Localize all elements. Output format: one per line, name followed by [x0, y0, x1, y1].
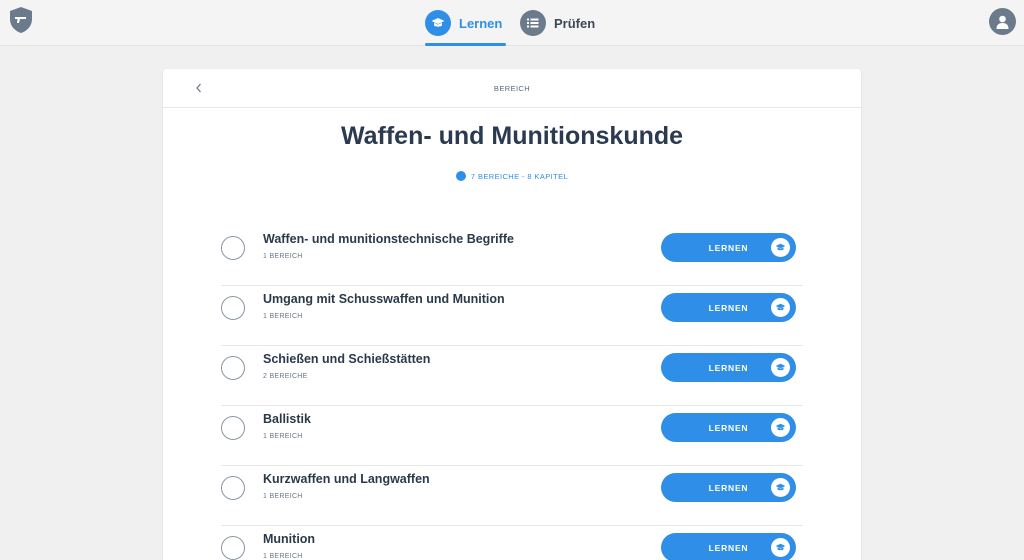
content-card: BEREICH Waffen- und Munitionskunde 7 BER… [163, 69, 861, 560]
list-item-subtitle: 1 BEREICH [263, 253, 303, 260]
list-item: Waffen- und munitionstechnische Begriffe… [221, 226, 803, 286]
list-item-title: Munition [263, 532, 316, 546]
learn-button[interactable]: LERNEN [661, 413, 796, 442]
list-item-subtitle: 2 BEREICHE [263, 373, 308, 380]
list-item-title: Kurzwaffen und Langwaffen [263, 472, 430, 486]
learn-button[interactable]: LERNEN [661, 353, 796, 382]
list-item-subtitle: 1 BEREICH [263, 553, 303, 560]
list-item-title: Waffen- und munitionstechnische Begriffe [263, 232, 514, 246]
main-nav: Lernen Prüfen [425, 0, 595, 46]
shield-logo-icon[interactable] [9, 6, 33, 34]
status-dot-icon [455, 171, 466, 181]
completion-radio[interactable] [221, 236, 245, 260]
graduation-cap-icon [771, 298, 790, 317]
learn-button[interactable]: LERNEN [661, 293, 796, 322]
list-item-subtitle: 1 BEREICH [263, 313, 303, 320]
learn-button[interactable]: LERNEN [661, 473, 796, 502]
top-bar: Lernen Prüfen [0, 0, 1024, 46]
page-title: Waffen- und Munitionskunde [340, 122, 684, 150]
tab-pruefen-label: Prüfen [554, 15, 596, 31]
list-item: Umgang mit Schusswaffen und Munition 1 B… [221, 286, 803, 346]
list-item: Ballistik 1 BEREICH LERNEN [221, 406, 803, 466]
chapter-list: Waffen- und munitionstechnische Begriffe… [221, 226, 803, 560]
list-item: Schießen und Schießstätten 2 BEREICHE LE… [221, 346, 803, 406]
list-item-subtitle: 1 BEREICH [263, 493, 303, 500]
graduation-cap-icon [771, 238, 790, 257]
list-item-subtitle: 1 BEREICH [263, 433, 303, 440]
tab-lernen[interactable]: Lernen [425, 0, 507, 46]
list-item-title: Umgang mit Schusswaffen und Munition [263, 292, 505, 306]
completion-radio[interactable] [221, 536, 245, 560]
section-meta-text: 7 BEREICHE - 8 KAPITEL [470, 171, 569, 181]
section-label: BEREICH [493, 84, 531, 93]
completion-radio[interactable] [221, 356, 245, 380]
active-tab-indicator [425, 43, 506, 46]
list-item: Munition 1 BEREICH LERNEN [221, 526, 803, 560]
tab-lernen-label: Lernen [459, 15, 503, 31]
learn-button[interactable]: LERNEN [661, 533, 796, 560]
completion-radio[interactable] [221, 476, 245, 500]
completion-radio[interactable] [221, 296, 245, 320]
graduation-cap-icon [771, 478, 790, 497]
completion-radio[interactable] [221, 416, 245, 440]
user-avatar-icon[interactable] [989, 8, 1016, 35]
list-icon [520, 10, 546, 36]
list-item: Kurzwaffen und Langwaffen 1 BEREICH LERN… [221, 466, 803, 526]
graduation-cap-icon [771, 358, 790, 377]
graduation-cap-icon [425, 10, 451, 36]
list-item-title: Schießen und Schießstätten [263, 352, 431, 366]
learn-button[interactable]: LERNEN [661, 233, 796, 262]
graduation-cap-icon [771, 418, 790, 437]
card-header: BEREICH [163, 69, 861, 108]
list-item-title: Ballistik [263, 412, 311, 426]
section-meta: 7 BEREICHE - 8 KAPITEL [163, 171, 861, 181]
graduation-cap-icon [771, 538, 790, 557]
tab-pruefen[interactable]: Prüfen [520, 0, 595, 46]
